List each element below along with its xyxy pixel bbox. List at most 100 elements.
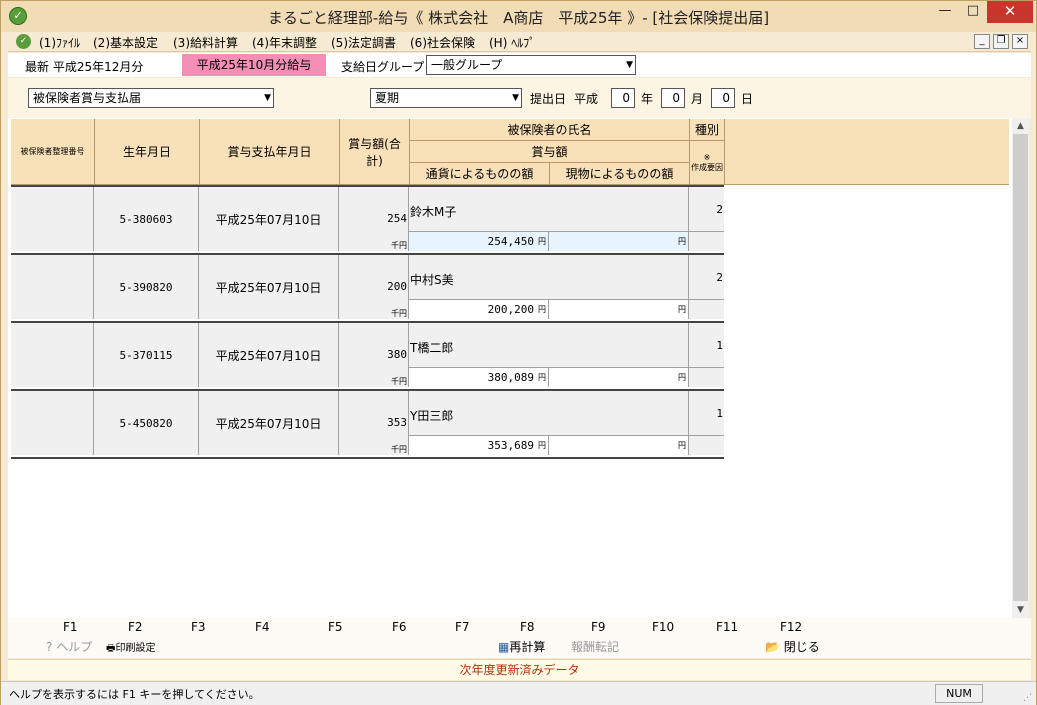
menu-social-insurance[interactable]: (6)社会保険 — [410, 34, 475, 51]
cell-paid-date[interactable]: 平成25年07月10日 — [199, 391, 339, 455]
cell-type[interactable]: 1 — [689, 323, 724, 367]
scroll-up-icon[interactable]: ▲ — [1012, 118, 1029, 134]
cell-insured-no[interactable] — [11, 391, 94, 455]
cell-reason[interactable] — [689, 367, 724, 387]
cash-unit: 円 — [538, 305, 546, 314]
cell-kind[interactable]: 円 — [549, 367, 689, 387]
cell-kind[interactable]: 円 — [549, 231, 689, 251]
mdi-close-button[interactable]: × — [1012, 34, 1028, 49]
mdi-minimize-button[interactable]: _ — [974, 34, 990, 49]
cell-type[interactable]: 2 — [689, 255, 724, 299]
fkey-label[interactable]: F9 — [591, 620, 606, 634]
fkey-label[interactable]: F5 — [328, 620, 343, 634]
cell-reason[interactable] — [689, 231, 724, 251]
dropdown-arrow-icon: ▼ — [512, 93, 519, 103]
payday-group-select[interactable]: 一般グループ ▼ — [426, 55, 636, 75]
cell-paid-date[interactable]: 平成25年07月10日 — [199, 187, 339, 251]
kind-unit: 円 — [678, 373, 686, 382]
cell-paid-date[interactable]: 平成25年07月10日 — [199, 323, 339, 387]
cell-birth[interactable]: 5-380603 — [94, 187, 199, 251]
fkey-label[interactable]: F8 — [520, 620, 535, 634]
scroll-down-icon[interactable]: ▼ — [1012, 602, 1029, 618]
cell-total[interactable]: 200 千円 — [339, 255, 409, 319]
submit-year-input[interactable]: 0 — [611, 88, 635, 108]
function-key-bar: F1 F2 F3 F4 F5 F6 F7 F8 F9 F10 F11 F12 ?… — [8, 618, 1031, 658]
cell-insured-no[interactable] — [11, 323, 94, 387]
scroll-thumb[interactable] — [1013, 134, 1028, 601]
menu-year-end[interactable]: (4)年末調整 — [252, 34, 317, 51]
cell-name[interactable]: 鈴木M子 — [409, 187, 689, 231]
minimize-button[interactable]: — — [931, 1, 959, 23]
fkey-label[interactable]: F4 — [255, 620, 270, 634]
cell-total[interactable]: 353 千円 — [339, 391, 409, 455]
vertical-scrollbar[interactable]: ▲ ▼ — [1012, 118, 1029, 618]
day-unit: 日 — [741, 92, 754, 106]
header-type: 種別 — [690, 119, 725, 141]
dropdown-arrow-icon: ▼ — [626, 60, 633, 70]
mdi-restore-button[interactable]: ❐ — [993, 34, 1009, 49]
fkey-label[interactable]: F7 — [455, 620, 470, 634]
table-row[interactable]: 5-380603 平成25年07月10日 254 千円 鈴木M子 254,450 円… — [11, 185, 724, 251]
name-value: 中村S美 — [410, 273, 454, 287]
cell-birth[interactable]: 5-390820 — [94, 255, 199, 319]
header-filler — [725, 119, 1009, 185]
maximize-button[interactable]: □ — [959, 1, 987, 23]
fkey-label[interactable]: F10 — [652, 620, 674, 634]
print-settings-button[interactable]: 🖶印刷設定 — [106, 639, 155, 658]
name-value: Y田三郎 — [410, 409, 454, 423]
fkey-label[interactable]: F12 — [780, 620, 802, 634]
num-lock-indicator: NUM — [935, 684, 983, 703]
fkey-label[interactable]: F11 — [716, 620, 738, 634]
cell-kind[interactable]: 円 — [549, 435, 689, 455]
fkey-label[interactable]: F1 — [63, 620, 78, 634]
form-type-select[interactable]: 被保険者賞与支払届 ▼ — [28, 88, 274, 108]
total-value: 380 — [387, 348, 407, 361]
cell-cash[interactable]: 200,200 円 — [409, 299, 549, 319]
season-select[interactable]: 夏期 ▼ — [370, 88, 522, 108]
resize-grip-icon[interactable]: ⋰ — [1023, 693, 1032, 703]
cell-cash[interactable]: 254,450 円 — [409, 231, 549, 251]
cash-unit: 円 — [538, 237, 546, 246]
cell-birth[interactable]: 5-450820 — [94, 391, 199, 455]
help-button[interactable]: ? ヘルプ — [46, 638, 92, 655]
cell-total[interactable]: 254 千円 — [339, 187, 409, 251]
cell-reason[interactable] — [689, 435, 724, 455]
cell-reason[interactable] — [689, 299, 724, 319]
cell-birth[interactable]: 5-370115 — [94, 323, 199, 387]
cell-paid-date[interactable]: 平成25年07月10日 — [199, 255, 339, 319]
cash-value: 254,450 — [487, 235, 534, 248]
era-label: 平成 — [574, 92, 599, 106]
transfer-button[interactable]: 報酬転記 — [571, 638, 619, 655]
mdi-logo-icon[interactable]: ✓ — [16, 34, 31, 49]
menu-salary-calc[interactable]: (3)給料計算 — [173, 34, 238, 51]
year-unit: 年 — [641, 92, 654, 106]
cell-type[interactable]: 1 — [689, 391, 724, 435]
cell-insured-no[interactable] — [11, 187, 94, 251]
close-screen-button[interactable]: 📂 閉じる — [765, 638, 820, 655]
menu-help[interactable]: (H) ﾍﾙﾌﾟ — [489, 34, 535, 51]
submit-month-input[interactable]: 0 — [661, 88, 685, 108]
table-row[interactable]: 5-370115 平成25年07月10日 380 千円 T橋二郎 380,089 円… — [11, 321, 724, 387]
close-window-button[interactable]: ✕ — [987, 1, 1033, 23]
cell-name[interactable]: 中村S美 — [409, 255, 689, 299]
menu-legal-reports[interactable]: (5)法定調書 — [331, 34, 396, 51]
recalculate-button[interactable]: ▦再計算 — [498, 638, 545, 655]
table-row[interactable]: 5-450820 平成25年07月10日 353 千円 Y田三郎 353,689 円… — [11, 389, 724, 455]
fkey-label[interactable]: F3 — [191, 620, 206, 634]
cell-type[interactable]: 2 — [689, 187, 724, 231]
submit-day-input[interactable]: 0 — [711, 88, 735, 108]
cell-cash[interactable]: 353,689 円 — [409, 435, 549, 455]
cell-name[interactable]: T橋二郎 — [409, 323, 689, 367]
cash-unit: 円 — [538, 441, 546, 450]
cell-name[interactable]: Y田三郎 — [409, 391, 689, 435]
fkey-label[interactable]: F2 — [128, 620, 143, 634]
cell-total[interactable]: 380 千円 — [339, 323, 409, 387]
fkey-label[interactable]: F6 — [392, 620, 407, 634]
cell-kind[interactable]: 円 — [549, 299, 689, 319]
menu-file[interactable]: (1)ﾌｧｲﾙ — [39, 34, 80, 51]
table-row[interactable]: 5-390820 平成25年07月10日 200 千円 中村S美 200,200 円… — [11, 253, 724, 319]
menu-basic-settings[interactable]: (2)基本設定 — [93, 34, 158, 51]
cell-cash[interactable]: 380,089 円 — [409, 367, 549, 387]
cell-insured-no[interactable] — [11, 255, 94, 319]
cash-value: 200,200 — [487, 303, 534, 316]
